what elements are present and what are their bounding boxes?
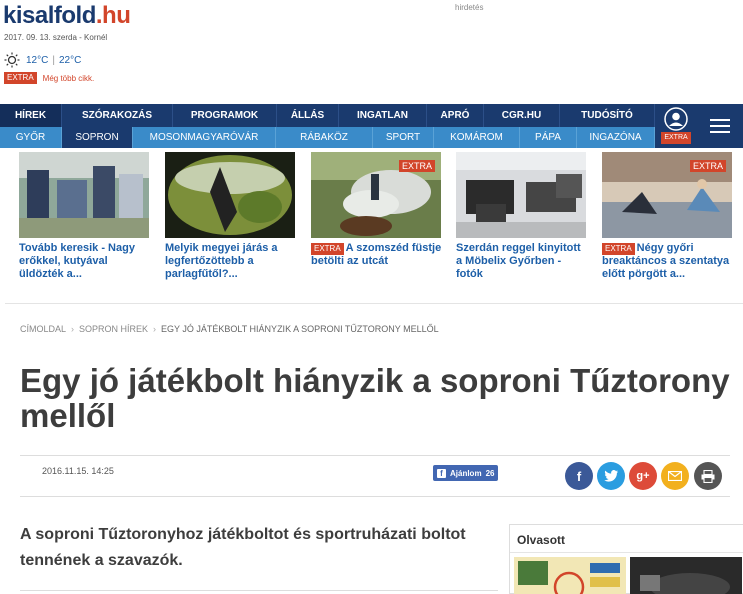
teaser-card[interactable]: Szerdán reggel kinyitott a Möbelix Győrb… [456, 152, 587, 281]
print-icon [701, 469, 715, 483]
temp-min: 12°C [26, 54, 49, 66]
breadcrumb-current: EGY JÓ JÁTÉKBOLT HIÁNYZIK A SOPRONI TŰZT… [161, 324, 439, 334]
temp-separator: | [52, 54, 55, 66]
breadcrumb-home[interactable]: CÍMOLDAL [20, 324, 66, 334]
weather-widget[interactable]: 12°C | 22°C [4, 52, 81, 68]
ad-label: hirdetés [455, 3, 484, 12]
extra-badge: EXTRA [4, 72, 37, 84]
twitter-icon [604, 470, 618, 482]
nav-item-gyor[interactable]: GYŐR [0, 127, 62, 148]
most-read-thumbnail[interactable] [514, 557, 626, 594]
twitter-share-button[interactable] [597, 462, 625, 490]
secondary-nav: GYŐR SOPRON MOSONMAGYARÓVÁR RÁBAKÖZ SPOR… [0, 127, 743, 148]
nav-item-apro[interactable]: APRÓ [427, 104, 484, 127]
publish-date: 2016.11.15. 14:25 [42, 466, 114, 476]
nav-item-rabakoz[interactable]: RÁBAKÖZ [276, 127, 373, 148]
nav-item-programok[interactable]: PROGRAMOK [173, 104, 277, 127]
chevron-right-icon: › [153, 324, 157, 334]
teaser-card[interactable]: EXTRA EXTRA Négy győri breaktáncos a szen… [602, 152, 733, 281]
caption-extra-badge: EXTRA [602, 243, 635, 255]
most-read-box: Olvasott [509, 524, 743, 594]
user-account-button[interactable]: EXTRA [655, 104, 697, 148]
teaser-extra-badge: EXTRA [689, 160, 726, 172]
email-icon [668, 471, 682, 481]
article-title: Egy jó játékbolt hiányzik a soproni Tűzt… [20, 362, 730, 434]
caption-extra-badge: EXTRA [311, 243, 344, 255]
facebook-icon: f [576, 468, 582, 484]
google-plus-share-button[interactable]: g+ [629, 462, 657, 490]
nav-item-allas[interactable]: ÁLLÁS [277, 104, 339, 127]
nav-item-ingatlan[interactable]: INGATLAN [339, 104, 427, 127]
recommend-label: Ajánlom [450, 468, 482, 478]
user-extra-badge: EXTRA [661, 132, 691, 144]
primary-nav: HÍREK SZÓRAKOZÁS PROGRAMOK ÁLLÁS INGATLA… [0, 104, 743, 127]
date-nameday: 2017. 09. 13. szerda - Kornél [4, 33, 108, 42]
teaser-image[interactable] [456, 152, 586, 238]
nav-item-cgr[interactable]: CGR.HU [484, 104, 560, 127]
recommend-count: 26 [485, 468, 495, 478]
article-lead: A soproni Tűztoronyhoz játékboltot és sp… [20, 526, 466, 569]
email-share-button[interactable] [661, 462, 689, 490]
more-articles-link[interactable]: Még több cikk. [43, 74, 95, 83]
breadcrumb-section[interactable]: SOPRON HÍREK [79, 324, 148, 334]
nav-item-sopron[interactable]: SOPRON [62, 127, 133, 148]
hamburger-icon [710, 119, 730, 133]
meta-divider-bottom [20, 496, 730, 497]
more-articles-row[interactable]: EXTRA Még több cikk. [4, 72, 94, 84]
article-separator [5, 303, 743, 304]
print-button[interactable] [694, 462, 722, 490]
logo-tld: .hu [95, 2, 131, 29]
teaser-title[interactable]: EXTRA Négy győri breaktáncos a szentatya … [602, 242, 733, 281]
teaser-title[interactable]: Szerdán reggel kinyitott a Möbelix Győrb… [456, 242, 587, 281]
nav-item-szorakozas[interactable]: SZÓRAKOZÁS [62, 104, 173, 127]
logo-main: kisalfold [3, 2, 96, 29]
teaser-extra-badge: EXTRA [398, 160, 435, 172]
user-icon [664, 107, 688, 131]
teaser-title[interactable]: Melyik megyei járás a legfertőzöttebb a … [165, 242, 296, 281]
nav-item-papa[interactable]: PÁPA [520, 127, 577, 148]
sun-icon [4, 52, 20, 68]
teaser-image[interactable]: EXTRA [602, 152, 732, 238]
breadcrumb: CÍMOLDAL › SOPRON HÍREK › EGY JÓ JÁTÉKBO… [20, 324, 439, 334]
nav-item-ingazona[interactable]: INGAZÓNA [577, 127, 655, 148]
facebook-icon: f [437, 468, 446, 478]
teaser-image[interactable] [165, 152, 295, 238]
temp-max: 22°C [58, 54, 82, 66]
teaser-card[interactable]: EXTRA EXTRA A szomszéd füstje betölti az … [311, 152, 442, 268]
facebook-share-button[interactable]: f [565, 462, 593, 490]
nav-item-tudosito[interactable]: TUDÓSÍTÓ [560, 104, 655, 127]
nav-item-komarom[interactable]: KOMÁROM [434, 127, 520, 148]
meta-divider-top [20, 455, 730, 456]
chevron-right-icon: › [71, 324, 75, 334]
nav-item-mosonmagyarovar[interactable]: MOSONMAGYARÓVÁR [133, 127, 276, 148]
nav-item-hirek[interactable]: HÍREK [0, 104, 62, 127]
hamburger-menu-button[interactable] [697, 104, 743, 148]
most-read-thumbnail[interactable] [630, 557, 742, 594]
google-plus-icon: g+ [636, 470, 650, 482]
facebook-recommend-button[interactable]: f Ajánlom 26 [433, 465, 499, 481]
nav-item-sport[interactable]: SPORT [373, 127, 434, 148]
teaser-image[interactable]: EXTRA [311, 152, 441, 238]
teaser-title[interactable]: Tovább keresik - Nagy erőkkel, kutyával … [19, 242, 150, 281]
teaser-title[interactable]: EXTRA A szomszéd füstje betölti az utcát [311, 242, 442, 268]
teaser-card[interactable]: Tovább keresik - Nagy erőkkel, kutyával … [19, 152, 150, 281]
site-logo[interactable]: kisalfold.hu [3, 2, 131, 30]
teaser-card[interactable]: Melyik megyei járás a legfertőzöttebb a … [165, 152, 296, 281]
teaser-image[interactable] [19, 152, 149, 238]
lead-divider [20, 590, 498, 591]
most-read-title: Olvasott [510, 525, 743, 553]
